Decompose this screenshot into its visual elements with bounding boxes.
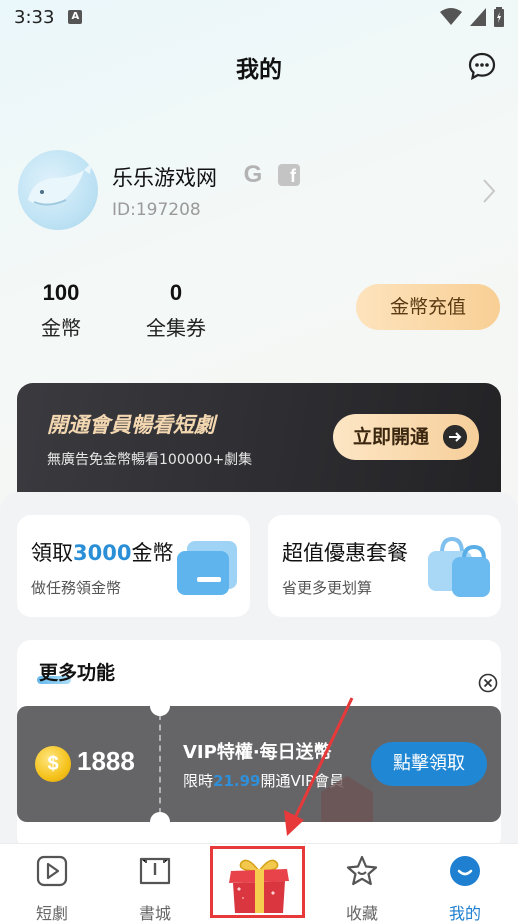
vip-open-button[interactable]: 立即開通 — [333, 414, 479, 460]
shopping-bag-icon — [428, 536, 490, 597]
wallet-icon — [177, 541, 237, 595]
claim-coins-subtitle: 做任務領金幣 — [31, 579, 122, 597]
envelope-icon — [321, 776, 373, 822]
whale-icon — [28, 162, 92, 206]
nav-item-favorites[interactable]: 收藏 — [327, 854, 397, 922]
book-icon — [139, 857, 171, 885]
page-title: 我的 — [236, 57, 282, 83]
vip-banner[interactable]: 開通會員暢看短劇 無廣告免金幣暢看100000+劇集 立即開通 — [17, 383, 501, 498]
chevron-right-icon[interactable] — [482, 178, 496, 204]
profile-icon — [450, 856, 480, 886]
notification-icon: A — [68, 10, 83, 24]
value-package-subtitle: 省更多更划算 — [282, 579, 373, 597]
arrow-right-icon — [443, 425, 467, 449]
popup-title: VIP特權·每日送幣 — [183, 742, 332, 763]
username: 乐乐游戏网 — [112, 166, 217, 190]
nav-label-bookstore: 書城 — [138, 904, 171, 922]
nav-item-profile[interactable]: 我的 — [430, 854, 500, 922]
nav-label-shorts: 短劇 — [35, 904, 68, 922]
play-icon — [36, 855, 68, 887]
vip-daily-coin-popup[interactable]: $ 1888 VIP特權·每日送幣 限時21.99開通VIP會員 點擊領取 — [17, 706, 501, 822]
nav-item-bookstore[interactable]: 書城 — [120, 854, 190, 922]
claim-coins-title: 領取3000金幣 — [31, 541, 174, 565]
ticket-divider — [159, 714, 161, 814]
status-bar: 3:33 A — [0, 0, 518, 34]
signal-icon — [470, 8, 486, 26]
more-features-title: 更多功能 — [39, 662, 116, 684]
highlight-annotation — [210, 846, 305, 918]
voucher-balance[interactable]: 0 全集券 — [140, 280, 212, 341]
wifi-icon — [440, 8, 462, 25]
coin-balance-label: 金幣 — [41, 316, 81, 340]
vip-banner-title: 開通會員暢看短劇 — [47, 413, 215, 437]
coin-icon: $ — [35, 746, 71, 782]
facebook-icon: f — [278, 164, 300, 186]
profile-row[interactable]: 乐乐游戏网 G f ID:197208 — [18, 150, 500, 232]
value-package-card[interactable]: 超值優惠套餐 省更多更划算 — [268, 515, 501, 617]
status-time: 3:33 — [14, 6, 55, 28]
battery-icon — [494, 7, 504, 27]
close-icon[interactable] — [478, 673, 498, 693]
coin-amount: 1888 — [77, 746, 135, 776]
recharge-button[interactable]: 金幣充值 — [356, 284, 500, 330]
coin-balance[interactable]: 100 金幣 — [36, 280, 86, 341]
value-package-title: 超值優惠套餐 — [282, 541, 408, 565]
avatar[interactable] — [18, 150, 98, 230]
star-icon — [346, 855, 378, 886]
vip-banner-subtitle: 無廣告免金幣暢看100000+劇集 — [47, 452, 253, 468]
coin-balance-value: 100 — [42, 280, 80, 305]
voucher-balance-value: 0 — [169, 280, 183, 305]
nav-label-profile: 我的 — [448, 904, 481, 922]
message-icon[interactable] — [468, 52, 496, 80]
nav-item-shorts[interactable]: 短劇 — [17, 854, 87, 922]
claim-button[interactable]: 點擊領取 — [371, 742, 487, 786]
user-id: ID:197208 — [112, 200, 201, 220]
google-icon: G — [243, 161, 263, 188]
vip-open-button-label: 立即開通 — [353, 426, 430, 448]
voucher-balance-label: 全集券 — [146, 316, 206, 340]
nav-label-favorites: 收藏 — [345, 904, 378, 922]
claim-coins-card[interactable]: 領取3000金幣 做任務領金幣 — [17, 515, 250, 617]
